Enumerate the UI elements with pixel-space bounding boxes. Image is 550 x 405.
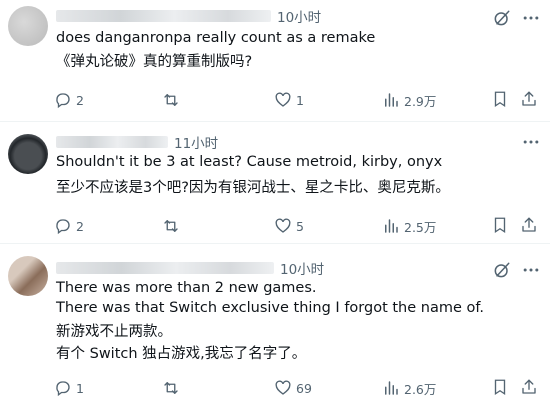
reply-button[interactable]: 2 bbox=[54, 90, 84, 110]
views-button[interactable]: 2.6万 bbox=[382, 378, 436, 398]
views-button[interactable]: 2.9万 bbox=[382, 90, 436, 110]
bookmark-icon[interactable] bbox=[491, 378, 509, 396]
reply-post[interactable]: 11小时 Shouldn't it be 3 at least? Cause m… bbox=[0, 122, 550, 244]
post-text-english-line1: There was more than 2 new games. bbox=[56, 280, 317, 296]
reply-icon bbox=[56, 381, 70, 397]
reply-icon bbox=[56, 93, 70, 109]
action-bar: 2 5 2.5万 bbox=[54, 216, 536, 236]
like-count: 1 bbox=[296, 92, 304, 108]
post-header: 11小时 bbox=[56, 132, 218, 152]
reply-post[interactable]: 10小时 There was more than 2 new games. Th… bbox=[0, 244, 550, 405]
repost-button[interactable] bbox=[162, 378, 180, 398]
views-button[interactable]: 2.5万 bbox=[382, 216, 436, 236]
views-icon bbox=[385, 219, 398, 233]
author-name-blurred[interactable] bbox=[56, 10, 271, 22]
post-text-english-line2: There was that Switch exclusive thing I … bbox=[56, 300, 485, 316]
post-header: 10小时 bbox=[56, 258, 324, 278]
bookmark-icon[interactable] bbox=[491, 216, 509, 234]
share-icon[interactable] bbox=[520, 378, 538, 396]
reply-count: 1 bbox=[76, 380, 84, 396]
views-count: 2.9万 bbox=[404, 93, 437, 109]
heart-icon bbox=[275, 92, 291, 107]
repost-icon bbox=[164, 220, 178, 232]
avatar[interactable] bbox=[8, 134, 48, 174]
post-text-english: does danganronpa really count as a remak… bbox=[56, 30, 376, 46]
heart-icon bbox=[275, 380, 291, 395]
repost-icon bbox=[164, 94, 178, 106]
views-count: 2.6万 bbox=[404, 381, 437, 397]
reply-icon bbox=[56, 219, 70, 235]
avatar[interactable] bbox=[8, 6, 48, 46]
post-text-english: Shouldn't it be 3 at least? Cause metroi… bbox=[56, 154, 443, 170]
more-icon[interactable] bbox=[520, 8, 542, 28]
repost-button[interactable] bbox=[162, 216, 180, 236]
reply-post[interactable]: 10小时 does danganronpa really count as a … bbox=[0, 0, 550, 122]
post-text-translation: 至少不应该是3个吧?因为有银河战士、星之卡比、奥尼克斯。 bbox=[56, 180, 450, 196]
post-time[interactable]: 10小时 bbox=[280, 258, 324, 278]
post-text-translation: 《弹丸论破》真的算重制版吗? bbox=[56, 54, 253, 70]
share-icon[interactable] bbox=[520, 90, 538, 108]
reply-button[interactable]: 1 bbox=[54, 378, 84, 398]
author-name-blurred[interactable] bbox=[56, 136, 168, 148]
post-text-translation-line1: 新游戏不止两款。 bbox=[56, 324, 172, 340]
avatar[interactable] bbox=[8, 256, 48, 296]
views-icon bbox=[385, 381, 398, 395]
post-time[interactable]: 10小时 bbox=[277, 6, 321, 26]
reply-count: 2 bbox=[76, 218, 84, 234]
heart-icon bbox=[275, 218, 291, 233]
like-count: 69 bbox=[296, 380, 312, 396]
repost-icon bbox=[164, 382, 178, 394]
action-bar: 2 1 2.9万 bbox=[54, 90, 536, 110]
like-button[interactable]: 69 bbox=[274, 378, 312, 398]
action-bar: 1 69 2.6万 bbox=[54, 378, 536, 398]
reply-count: 2 bbox=[76, 92, 84, 108]
author-name-blurred[interactable] bbox=[56, 262, 274, 274]
like-button[interactable]: 1 bbox=[274, 90, 304, 110]
like-count: 5 bbox=[296, 218, 304, 234]
repost-button[interactable] bbox=[162, 90, 180, 110]
grok-icon[interactable] bbox=[492, 8, 512, 28]
more-icon[interactable] bbox=[520, 260, 542, 280]
post-time[interactable]: 11小时 bbox=[174, 132, 218, 152]
reply-button[interactable]: 2 bbox=[54, 216, 84, 236]
post-header: 10小时 bbox=[56, 6, 321, 26]
views-count: 2.5万 bbox=[404, 219, 437, 235]
like-button[interactable]: 5 bbox=[274, 216, 304, 236]
grok-icon[interactable] bbox=[492, 260, 512, 280]
share-icon[interactable] bbox=[520, 216, 538, 234]
views-icon bbox=[385, 93, 398, 107]
more-icon[interactable] bbox=[520, 132, 542, 152]
post-text-translation-line2: 有个 Switch 独占游戏,我忘了名字了。 bbox=[56, 346, 307, 362]
bookmark-icon[interactable] bbox=[491, 90, 509, 108]
